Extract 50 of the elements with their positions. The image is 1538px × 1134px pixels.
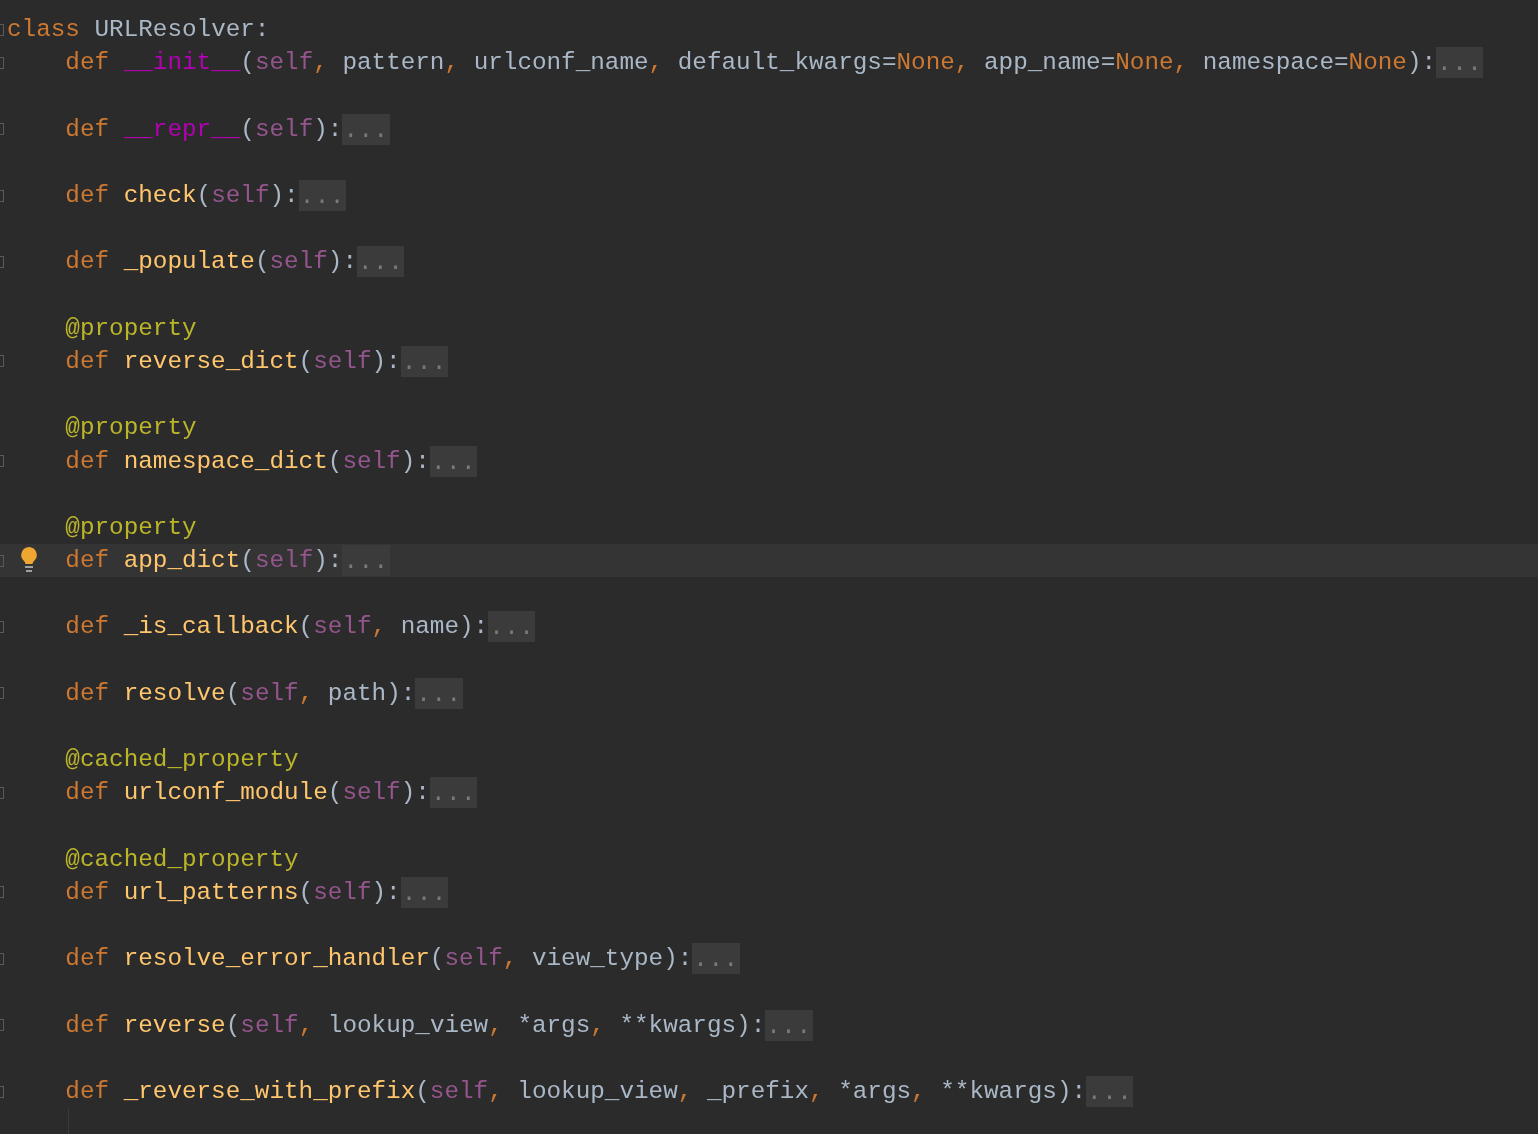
code-text: def __init__(self, pattern, urlconf_name, default_kwargs=None, app_name=None, namespace=None): bbox=[65, 48, 1437, 79]
code-text: def url_patterns(self): bbox=[65, 877, 401, 908]
fold-marker[interactable] bbox=[0, 620, 4, 633]
folded-code-placeholder[interactable]: ... bbox=[298, 180, 346, 212]
folded-code-placeholder[interactable]: ... bbox=[1436, 47, 1484, 79]
code-text: def reverse(self, lookup_view, *args, **kwargs): bbox=[65, 1010, 766, 1041]
fold-marker[interactable] bbox=[0, 952, 4, 965]
folded-code-placeholder[interactable]: ... bbox=[342, 545, 390, 577]
code-text: def _is_callback(self, name): bbox=[65, 612, 489, 643]
fold-marker[interactable] bbox=[0, 886, 4, 899]
code-text: def check(self): bbox=[65, 181, 299, 212]
folded-code-placeholder[interactable]: ... bbox=[692, 943, 740, 975]
lightbulb-icon[interactable] bbox=[19, 546, 39, 573]
fold-marker[interactable] bbox=[0, 123, 4, 136]
code-text: @cached_property bbox=[65, 844, 299, 875]
folded-code-placeholder[interactable]: ... bbox=[765, 1009, 813, 1041]
fold-marker[interactable] bbox=[0, 23, 4, 36]
fold-marker[interactable] bbox=[0, 1019, 4, 1032]
fold-marker[interactable] bbox=[0, 786, 4, 799]
folded-code-placeholder[interactable]: ... bbox=[429, 445, 478, 477]
code-text: def _reverse_with_prefix(self, lookup_view, _prefix, *args, **kwargs): bbox=[65, 1077, 1087, 1108]
code-text: def resolve(self, path): bbox=[65, 678, 416, 709]
fold-marker[interactable] bbox=[0, 56, 4, 69]
code-text: @property bbox=[65, 313, 197, 344]
code-text: def resolve_error_handler(self, view_type): bbox=[65, 944, 693, 975]
fold-marker[interactable] bbox=[0, 687, 4, 700]
folded-code-placeholder[interactable]: ... bbox=[429, 777, 478, 809]
code-text: def app_dict(self): bbox=[65, 546, 343, 577]
fold-marker[interactable] bbox=[0, 554, 4, 567]
folded-code-placeholder[interactable]: ... bbox=[1086, 1076, 1134, 1108]
folded-code-placeholder[interactable]: ... bbox=[400, 876, 448, 908]
folded-code-placeholder[interactable]: ... bbox=[488, 611, 536, 643]
fold-marker[interactable] bbox=[0, 255, 4, 268]
folded-code-placeholder[interactable]: ... bbox=[415, 677, 463, 709]
code-text: def _populate(self): bbox=[65, 247, 357, 278]
fold-marker[interactable] bbox=[0, 455, 4, 468]
code-text: @property bbox=[65, 413, 197, 444]
code-text: @property bbox=[65, 512, 197, 543]
fold-marker[interactable] bbox=[0, 355, 4, 368]
folded-code-placeholder[interactable]: ... bbox=[400, 345, 448, 377]
folded-code-placeholder[interactable]: ... bbox=[356, 246, 405, 278]
code-text: @cached_property bbox=[65, 745, 299, 776]
folded-code-placeholder[interactable]: ... bbox=[342, 113, 390, 145]
fold-marker[interactable] bbox=[0, 1085, 4, 1098]
code-text: def reverse_dict(self): bbox=[65, 346, 401, 377]
code-text: class URLResolver: bbox=[7, 15, 270, 46]
code-text: def __repr__(self): bbox=[65, 114, 343, 145]
code-text: def urlconf_module(self): bbox=[65, 778, 430, 809]
fold-marker[interactable] bbox=[0, 189, 4, 202]
code-text: def namespace_dict(self): bbox=[65, 446, 430, 477]
